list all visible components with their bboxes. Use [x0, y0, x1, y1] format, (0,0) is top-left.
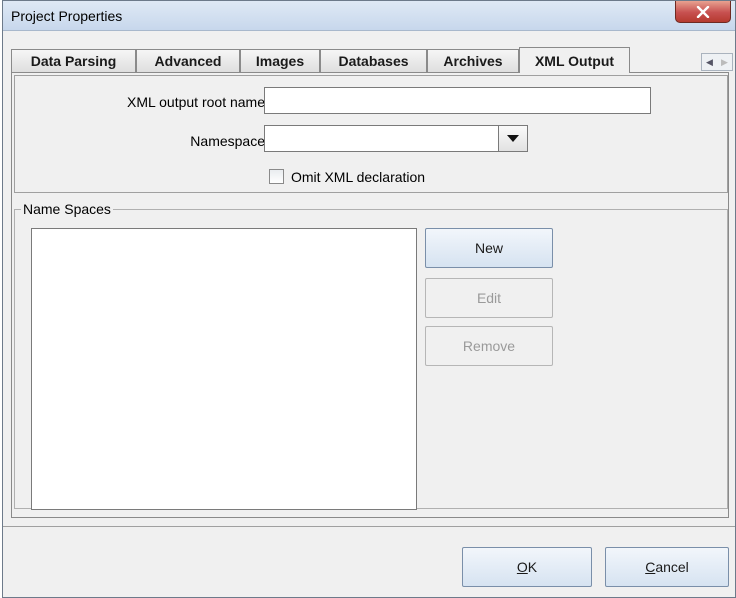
tab-label: Images — [255, 53, 305, 69]
ok-button[interactable]: OK — [462, 547, 592, 587]
tab-label: Data Parsing — [30, 53, 117, 69]
remove-button-label: Remove — [462, 338, 516, 354]
chevron-right-icon[interactable]: ▶ — [717, 54, 732, 70]
cancel-button[interactable]: Cancel — [605, 547, 729, 587]
tab-label: Databases — [338, 53, 409, 69]
tab-advanced[interactable]: Advanced — [136, 49, 240, 72]
tab-label: Advanced — [154, 53, 222, 69]
tab-scroll-buttons: ◀ ▶ — [701, 53, 733, 71]
name-spaces-list[interactable] — [31, 228, 417, 510]
namespace-label: Namespace — [190, 133, 265, 149]
tab-strip: Data Parsing Advanced Images Databases A… — [3, 39, 735, 73]
name-spaces-group-title: Name Spaces — [21, 201, 113, 217]
tab-archives[interactable]: Archives — [427, 49, 519, 72]
edit-button-label: Edit — [476, 290, 502, 306]
tab-content-xml-output: XML output root name Namespace Omit XML … — [11, 72, 729, 518]
tab-databases[interactable]: Databases — [320, 49, 427, 72]
tab-images[interactable]: Images — [240, 49, 320, 72]
xml-output-settings-panel: XML output root name Namespace Omit XML … — [14, 75, 728, 193]
title-bar[interactable]: Project Properties — [3, 1, 735, 31]
remove-button[interactable]: Remove — [425, 326, 553, 366]
new-button[interactable]: New — [425, 228, 553, 268]
ok-button-label: OK — [516, 559, 538, 575]
new-button-label: New — [474, 240, 503, 256]
close-icon — [696, 5, 710, 18]
cancel-button-label: Cancel — [645, 559, 689, 575]
root-name-input[interactable] — [264, 87, 651, 114]
namespace-combobox[interactable] — [264, 125, 528, 152]
tab-label: XML Output — [534, 52, 615, 69]
omit-declaration-checkbox[interactable] — [269, 169, 284, 184]
chevron-left-icon[interactable]: ◀ — [702, 54, 717, 70]
triangle-down-icon — [507, 134, 519, 142]
dialog-footer: OK Cancel — [3, 526, 735, 597]
project-properties-dialog: Project Properties Data Parsing Advanced… — [2, 0, 736, 598]
root-name-label: XML output root name — [126, 94, 265, 110]
tab-xml-output[interactable]: XML Output — [519, 47, 630, 73]
namespace-dropdown-button[interactable] — [498, 126, 527, 151]
window-title: Project Properties — [11, 8, 123, 24]
tab-label: Archives — [443, 53, 503, 69]
omit-declaration-label[interactable]: Omit XML declaration — [291, 169, 425, 185]
name-spaces-group: Name Spaces New Edit Remove — [14, 201, 728, 510]
edit-button[interactable]: Edit — [425, 278, 553, 318]
close-button[interactable] — [675, 1, 731, 23]
tab-data-parsing[interactable]: Data Parsing — [11, 49, 136, 72]
